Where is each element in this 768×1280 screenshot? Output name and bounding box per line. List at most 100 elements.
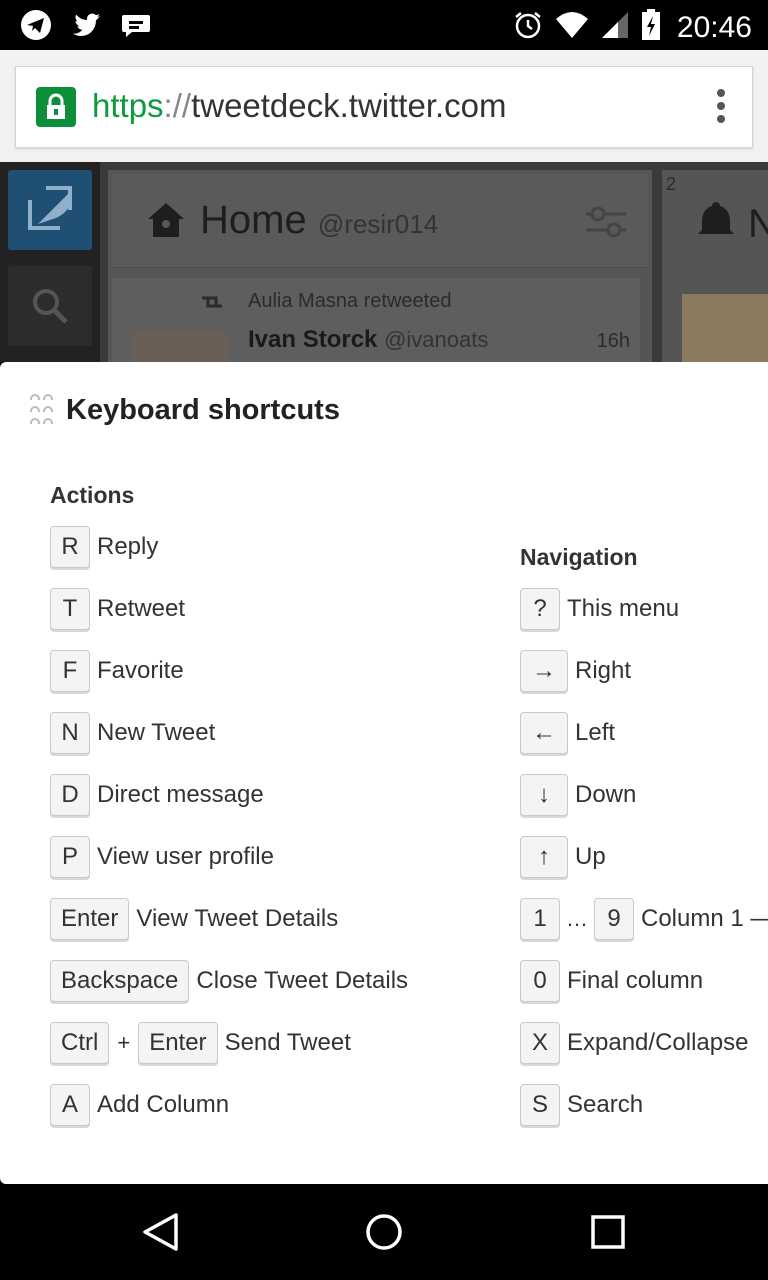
key: Backspace: [50, 960, 190, 1002]
key: Enter: [138, 1022, 218, 1064]
column-handle: @resir014: [317, 209, 439, 239]
column-title-text: Home: [200, 198, 307, 242]
key-joiner: …: [566, 906, 588, 931]
shortcut-label: Close Tweet Details: [196, 967, 409, 994]
key: →: [520, 650, 568, 692]
column-header: Home @resir014: [112, 174, 648, 268]
key: F: [50, 650, 90, 692]
url-scheme: https: [92, 87, 164, 124]
shortcut-retweet: T Retweet: [50, 588, 185, 630]
home-icon: [146, 200, 186, 245]
twitter-icon: [70, 9, 102, 46]
url-separator: ://: [163, 87, 192, 124]
clock: 20:46: [676, 10, 752, 44]
more-options-icon[interactable]: [716, 89, 726, 125]
shortcut-send-tweet: Ctrl + Enter Send Tweet: [50, 1022, 351, 1064]
shortcut-right: → Right: [520, 650, 631, 692]
avatar[interactable]: [132, 332, 228, 362]
shortcut-label: Reply: [97, 533, 159, 560]
avatar[interactable]: [682, 294, 768, 362]
shortcut-close-details: Backspace Close Tweet Details: [50, 960, 408, 1002]
tweetdeck-background: 1 Home @resir014 Aulia Masna retweeted I…: [0, 162, 768, 362]
key: Enter: [50, 898, 130, 940]
shortcut-label: Send Tweet: [224, 1029, 351, 1056]
shortcut-down: ↓ Down: [520, 774, 636, 816]
shortcut-label: View user profile: [97, 843, 274, 870]
shortcut-new-tweet: N New Tweet: [50, 712, 215, 754]
key: 0: [520, 960, 560, 1002]
shortcut-label: This menu: [567, 595, 680, 622]
browser-toolbar: https://tweetdeck.twitter.com: [0, 50, 768, 162]
key: N: [50, 712, 90, 754]
tweet-item[interactable]: Aulia Masna retweeted Ivan Storck @ivano…: [112, 278, 640, 362]
tweet-author[interactable]: Ivan Storck @ivanoats: [248, 326, 488, 354]
shortcut-label: Up: [575, 843, 606, 870]
shortcut-label: Right: [575, 657, 632, 684]
url-text[interactable]: https://tweetdeck.twitter.com: [92, 87, 507, 125]
compose-icon[interactable]: [8, 170, 92, 250]
actions-heading: Actions: [50, 482, 135, 508]
navigation-heading: Navigation: [520, 544, 638, 570]
shortcut-left: ← Left: [520, 712, 615, 754]
modal-title: Keyboard shortcuts: [66, 394, 340, 426]
retweet-text: Aulia Masna retweeted: [248, 290, 452, 312]
bell-icon: [698, 200, 734, 245]
shortcut-final-column: 0 Final column: [520, 960, 703, 1002]
messaging-icon: [120, 9, 152, 46]
lock-icon[interactable]: [36, 87, 76, 127]
app-sidebar: [0, 162, 100, 362]
key: ↑: [520, 836, 568, 878]
drag-handle-icon[interactable]: [30, 392, 56, 430]
shortcut-label: Retweet: [97, 595, 186, 622]
shortcut-up: ↑ Up: [520, 836, 606, 878]
shortcut-label: View Tweet Details: [136, 905, 339, 932]
shortcut-label: Search: [567, 1091, 644, 1118]
home-button-icon[interactable]: [364, 1212, 404, 1257]
key: 9: [594, 898, 634, 940]
shortcut-label: Column 1 —: [641, 905, 768, 932]
tweet-time: 16h: [596, 330, 630, 352]
key: ←: [520, 712, 568, 754]
column-title: N: [748, 202, 768, 246]
shortcut-direct-message: D Direct message: [50, 774, 264, 816]
telegram-icon: [20, 9, 52, 46]
shortcut-reply: R Reply: [50, 526, 158, 568]
column-title: Home @resir014: [200, 198, 438, 243]
battery-charging-icon: [641, 9, 661, 46]
search-icon[interactable]: [8, 266, 92, 346]
modal-header[interactable]: Keyboard shortcuts: [0, 362, 768, 454]
recents-icon[interactable]: [590, 1214, 626, 1255]
shortcut-label: Favorite: [97, 657, 184, 684]
key: A: [50, 1084, 90, 1126]
key: T: [50, 588, 90, 630]
shortcut-add-column: A Add Column: [50, 1084, 229, 1126]
column-notifications: 2 N: [662, 170, 768, 362]
shortcut-label: Down: [575, 781, 637, 808]
key: R: [50, 526, 90, 568]
alarm-icon: [513, 10, 543, 45]
shortcut-label: Left: [575, 719, 616, 746]
tweet-handle: @ivanoats: [384, 327, 489, 352]
shortcut-label: Add Column: [97, 1091, 230, 1118]
key: S: [520, 1084, 560, 1126]
tweet-author-name: Ivan Storck: [248, 326, 378, 353]
back-icon[interactable]: [140, 1212, 180, 1257]
shortcut-this-menu: ? This menu: [520, 588, 679, 630]
shortcut-expand-collapse: X Expand/Collapse: [520, 1022, 748, 1064]
url-bar[interactable]: https://tweetdeck.twitter.com: [15, 66, 753, 148]
key-joiner: +: [117, 1030, 131, 1055]
key: D: [50, 774, 90, 816]
column-number: 2: [666, 174, 677, 194]
signal-icon: [601, 11, 629, 44]
key: ?: [520, 588, 560, 630]
keyboard-shortcuts-modal: Keyboard shortcuts Actions Navigation R …: [0, 362, 768, 1184]
shortcut-label: New Tweet: [97, 719, 216, 746]
key: 1: [520, 898, 560, 940]
shortcut-label: Direct message: [97, 781, 264, 808]
status-bar: 20:46: [0, 0, 768, 50]
key: ↓: [520, 774, 568, 816]
key: X: [520, 1022, 560, 1064]
column-settings-icon[interactable]: [584, 204, 628, 245]
retweet-icon: [198, 292, 226, 317]
shortcut-favorite: F Favorite: [50, 650, 184, 692]
